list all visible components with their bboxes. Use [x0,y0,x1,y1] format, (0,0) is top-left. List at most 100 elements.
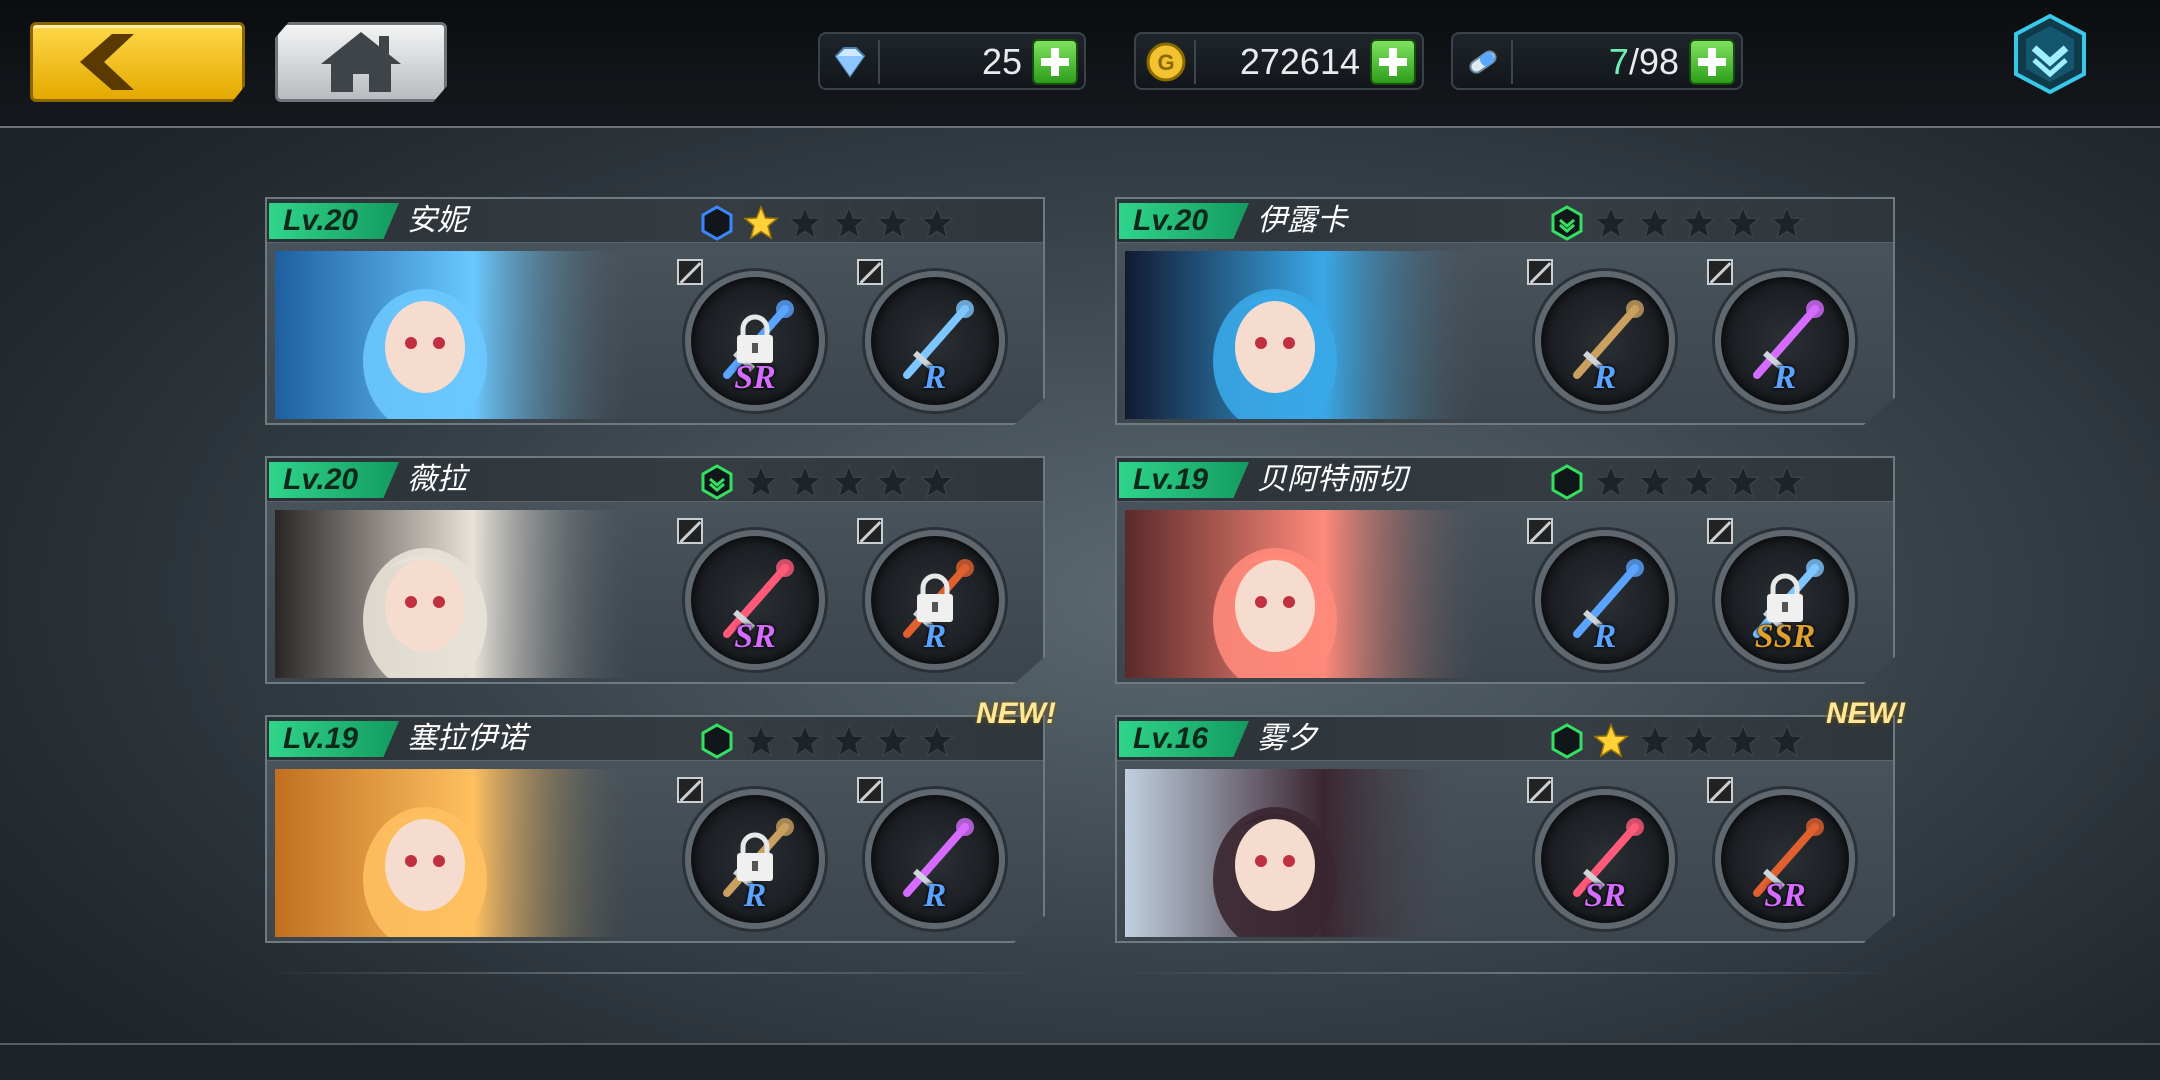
add-diamonds-button[interactable] [1032,39,1078,85]
character-portrait [275,510,635,678]
edit-tag-icon [1707,777,1733,803]
rarity-label: SR [734,359,776,396]
character-card[interactable]: Lv.19 塞拉伊诺 R R [265,715,1045,943]
svg-text:G: G [1157,50,1174,75]
star-icon [919,723,955,758]
lock-icon [737,832,773,881]
star-icon [1593,723,1629,758]
rarity-label: SR [1764,877,1806,914]
star-icon [875,464,911,499]
edit-tag-icon [1527,259,1553,285]
chevron-down-menu-icon[interactable] [2008,12,2092,96]
stamina-amount: 7/98 [1609,40,1679,84]
new-badge: NEW! [1826,697,1906,730]
equipment-slot[interactable]: R [1707,259,1855,411]
rarity-label: R [743,877,767,914]
level-badge: Lv.20 [269,203,399,239]
character-portrait [1125,251,1485,419]
stamina-counter: 7/98 [1451,32,1743,90]
new-badge: NEW! [976,697,1056,730]
equipment-slot[interactable]: R [857,777,1005,929]
star-icon [919,205,955,240]
rank-hexagon-icon [701,205,733,241]
rank-hexagon-icon [1551,205,1583,241]
star-icon [1681,205,1717,240]
edit-tag-icon [677,259,703,285]
lock-icon [917,573,953,622]
stamina-max: /98 [1628,41,1679,82]
equipment-slot[interactable]: R [857,518,1005,670]
edit-tag-icon [857,259,883,285]
star-icon [1637,205,1673,240]
card-header: Lv.16 雾夕 [1117,717,1893,761]
star-icon [743,723,779,758]
list-bottom-edge [1115,972,1895,974]
character-name: 安妮 [407,203,467,238]
back-button[interactable] [30,22,245,102]
equipment-slot[interactable]: SR [1527,777,1675,929]
equipment-slot[interactable]: R [677,777,825,929]
equipment-slot[interactable]: SR [1707,777,1855,929]
star-icon [831,723,867,758]
equipment-slot[interactable]: SSR [1707,518,1855,670]
star-icon [1769,205,1805,240]
rarity-label: R [1593,618,1617,655]
equipment-slot[interactable]: R [1527,518,1675,670]
star-rating [743,723,955,759]
edit-tag-icon [857,518,883,544]
list-bottom-edge [265,972,1045,974]
character-card[interactable]: Lv.20 安妮 SR R [265,197,1045,425]
star-icon [1725,464,1761,499]
equipment-slot[interactable]: R [857,259,1005,411]
star-icon [1769,464,1805,499]
home-button[interactable] [275,22,447,102]
level-badge: Lv.20 [269,462,399,498]
star-icon [875,205,911,240]
add-stamina-button[interactable] [1689,39,1735,85]
character-card[interactable]: Lv.20 薇拉 SR R [265,456,1045,684]
home-icon [321,32,401,92]
star-icon [1681,464,1717,499]
equipment-slot[interactable]: SR [677,518,825,670]
star-icon [743,464,779,499]
lock-icon [1767,573,1803,622]
character-name: 薇拉 [407,462,467,497]
character-portrait [1125,769,1485,937]
card-header: Lv.20 薇拉 [267,458,1043,502]
star-rating [743,205,955,241]
rarity-label: R [923,618,947,655]
top-bar: 25 G 272614 7/98 [0,0,2160,128]
gold-counter: G 272614 [1134,32,1424,90]
star-rating [1593,723,1805,759]
star-icon [787,723,823,758]
card-header: Lv.20 伊露卡 [1117,199,1893,243]
potion-icon [1469,50,1497,74]
add-gold-button[interactable] [1370,39,1416,85]
edit-tag-icon [1707,259,1733,285]
character-card[interactable]: Lv.16 雾夕 SR SR [1115,715,1895,943]
diamond-amount: 25 [981,41,1022,82]
character-name: 伊露卡 [1257,203,1347,238]
equipment-slot[interactable]: R [1527,259,1675,411]
gold-coin-icon: G [1146,42,1186,82]
edit-tag-icon [677,777,703,803]
card-header: Lv.19 塞拉伊诺 [267,717,1043,761]
character-card[interactable]: Lv.19 贝阿特丽切 R SSR [1115,456,1895,684]
star-icon [1681,723,1717,758]
edit-tag-icon [1527,777,1553,803]
rank-hexagon-icon [1551,723,1583,759]
equipment-slot[interactable]: SR [677,259,825,411]
edit-tag-icon [1707,518,1733,544]
star-icon [787,464,823,499]
star-icon [1593,464,1629,499]
character-card[interactable]: Lv.20 伊露卡 R R [1115,197,1895,425]
character-name: 贝阿特丽切 [1257,462,1407,497]
star-rating [743,464,955,500]
star-icon [1637,464,1673,499]
rarity-label: R [923,359,947,396]
rarity-label: SSR [1754,618,1816,655]
edit-tag-icon [1527,518,1553,544]
star-icon [787,205,823,240]
gold-amount: 272614 [1239,41,1360,82]
rarity-label: SR [734,618,776,655]
